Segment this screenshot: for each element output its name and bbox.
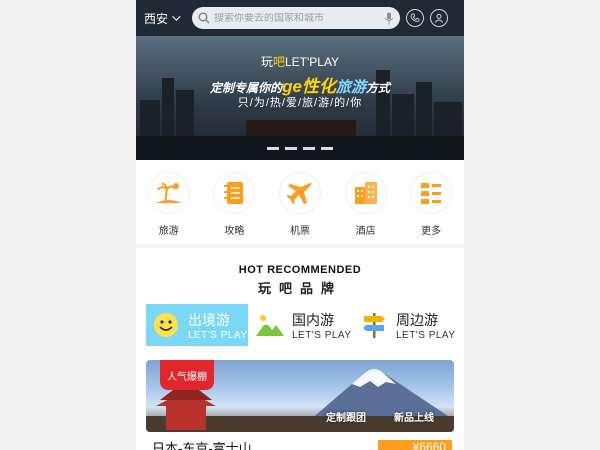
tab-subtitle: LET'S PLAY	[188, 329, 248, 341]
beach-icon	[147, 172, 190, 214]
hotel-icon	[344, 172, 387, 214]
category-travel[interactable]: 旅游	[143, 172, 195, 244]
card-tag: 定制跟团	[326, 413, 366, 424]
category-label: 旅游	[158, 226, 179, 237]
carousel-indicator[interactable]	[136, 147, 464, 150]
section-title: HOT RECOMMENDED	[238, 264, 362, 276]
signpost-icon	[358, 309, 390, 341]
search-bar[interactable]	[192, 7, 400, 29]
tour-route: 日本-东京-富士山	[152, 441, 252, 450]
popular-ribbon: 人气爆棚	[160, 360, 214, 390]
smiley-icon	[150, 309, 182, 341]
search-input[interactable]	[214, 12, 380, 24]
user-icon[interactable]	[430, 9, 448, 27]
carousel-dot[interactable]	[321, 147, 333, 150]
carousel-dot[interactable]	[267, 147, 279, 150]
carousel-dot[interactable]	[303, 147, 315, 150]
phone-screen: 西安 搜索你要去的国家和城市 玩吧LET'PLAY 定制专属你的ge性化旅游方式…	[136, 0, 464, 450]
tab-domestic[interactable]: 国内游 LET'S PLAY	[250, 304, 352, 346]
category-guide[interactable]: 攻略	[208, 172, 260, 244]
category-hotel[interactable]: 酒店	[340, 172, 392, 244]
tab-subtitle: LET'S PLAY	[292, 329, 352, 341]
category-label: 酒店	[355, 226, 376, 237]
category-flight[interactable]: 机票	[274, 172, 326, 244]
tour-price: ¥6660	[378, 440, 452, 450]
featured-tour-card[interactable]: 人气爆棚 定制跟团 新品上线	[146, 360, 454, 432]
tab-name: 出境游	[188, 311, 230, 328]
more-icon	[410, 172, 453, 214]
tab-nearby[interactable]: 周边游 LET'S PLAY	[354, 304, 456, 346]
banner-slogan-top: 玩吧LET'PLAY	[260, 55, 340, 69]
chevron-down-icon	[172, 12, 181, 21]
category-more[interactable]: 更多	[405, 172, 457, 244]
category-label: 机票	[289, 226, 310, 237]
carousel-dot[interactable]	[285, 147, 297, 150]
hot-recommended-section: HOT RECOMMENDED 玩吧品牌 出境游 LET'S PLAY 国内游 …	[136, 248, 464, 450]
card-tag: 新品上线	[394, 413, 434, 424]
city-selector[interactable]: 西安	[144, 10, 192, 27]
guide-book-icon	[213, 172, 256, 214]
tab-outbound[interactable]: 出境游 LET'S PLAY	[146, 304, 248, 346]
airplane-icon	[278, 172, 321, 214]
tour-info-row[interactable]: 日本-东京-富士山 ¥6660	[152, 438, 452, 450]
search-icon	[198, 12, 210, 24]
category-label: 攻略	[224, 226, 245, 237]
tab-name: 国内游	[292, 311, 334, 328]
tab-name: 周边游	[396, 311, 438, 328]
category-label: 更多	[421, 226, 442, 237]
travel-type-tabs: 出境游 LET'S PLAY 国内游 LET'S PLAY 周边游 LET'S …	[146, 304, 456, 346]
microphone-icon[interactable]	[384, 12, 394, 25]
phone-icon[interactable]	[406, 9, 424, 27]
mountain-icon	[254, 309, 286, 341]
top-bar: 西安	[136, 0, 464, 36]
hero-banner[interactable]: 玩吧LET'PLAY 定制专属你的ge性化旅游方式 只/为/热/爱/旅/游/的/…	[136, 36, 464, 160]
category-nav: 旅游 攻略 机票 酒店 更多	[136, 160, 464, 244]
section-subtitle: 玩吧品牌	[257, 281, 342, 296]
city-label: 西安	[144, 11, 169, 26]
banner-tagline: 只/为/热/爱/旅/游/的/你	[237, 97, 363, 109]
tab-subtitle: LET'S PLAY	[396, 329, 456, 341]
